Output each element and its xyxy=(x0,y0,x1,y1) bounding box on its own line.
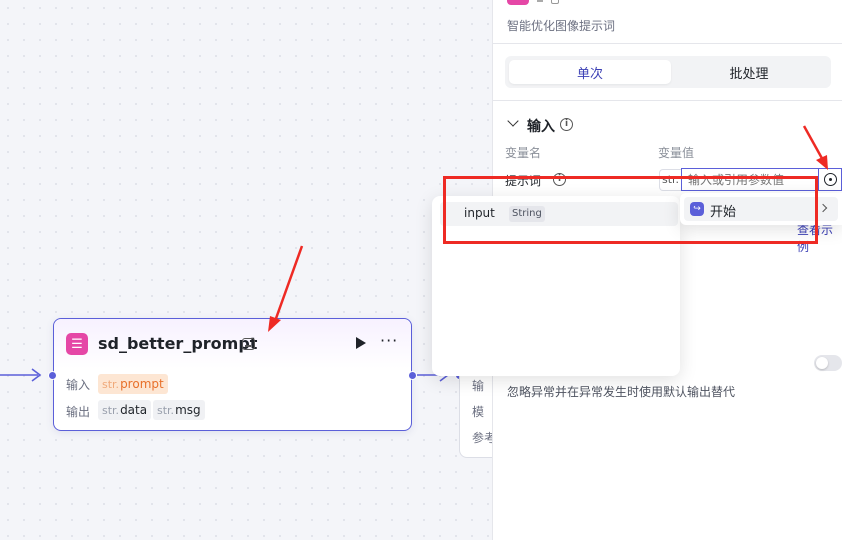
divider xyxy=(493,43,842,44)
panel-badge-icon xyxy=(551,0,559,4)
start-node-icon: ↪ xyxy=(690,202,704,216)
node-output-tag-data: str. data xyxy=(98,400,152,420)
node-input-handle[interactable] xyxy=(48,371,57,380)
node-input-tag-prompt: str. prompt xyxy=(98,374,168,394)
panel-node-icon xyxy=(507,0,529,5)
node-input-label: 输入 xyxy=(66,378,91,392)
variable-dropdown: input String xyxy=(432,196,680,376)
workflow-node-sd-better-prompt[interactable]: ☰ sd_better_prompt ··· 输入 str. prompt 输出… xyxy=(53,318,412,431)
next-node-row: 模 xyxy=(472,405,485,419)
tag-name: prompt xyxy=(120,377,164,391)
plugin-badge-icon xyxy=(242,338,255,350)
tag-type: str. xyxy=(102,403,120,417)
collapse-chevron-icon[interactable] xyxy=(507,115,519,127)
param-info-icon[interactable]: i xyxy=(553,173,566,186)
column-header-value: 变量值 xyxy=(658,146,695,160)
dropdown-item-start[interactable]: ↪ 开始 xyxy=(684,197,838,221)
tag-type: str. xyxy=(102,377,120,391)
ignore-exception-toggle[interactable] xyxy=(814,355,842,371)
chevron-right-icon xyxy=(818,203,828,213)
node-dropdown: ↪ 开始 xyxy=(680,193,842,225)
ignore-exception-note: 忽略异常并在异常发生时使用默认输出替代 xyxy=(507,385,736,399)
tag-name: data xyxy=(120,403,148,417)
node-description: 智能优化图像提示词 xyxy=(507,19,616,33)
dropdown-item-label: 开始 xyxy=(710,205,737,220)
tag-type: str. xyxy=(157,403,175,417)
run-node-button[interactable] xyxy=(356,337,366,349)
param-type-select[interactable]: str. xyxy=(659,169,681,191)
param-value-input[interactable] xyxy=(681,168,818,191)
info-icon[interactable]: i xyxy=(560,118,573,131)
node-output-tag-msg: str. msg xyxy=(153,400,205,420)
dropdown-item-type: String xyxy=(509,206,545,222)
node-title: sd_better_prompt xyxy=(98,334,258,353)
view-example-link[interactable]: 查看示例 xyxy=(797,221,842,255)
tab-single[interactable]: 单次 xyxy=(509,60,671,84)
more-options-button[interactable]: ··· xyxy=(380,331,398,350)
input-section-title: 输入 xyxy=(527,119,555,135)
param-name: 提示词 xyxy=(505,174,542,188)
node-output-label: 输出 xyxy=(66,405,91,419)
column-header-name: 变量名 xyxy=(505,146,542,160)
reference-variable-button[interactable] xyxy=(818,168,842,191)
mode-tabs: 单次 批处理 xyxy=(505,56,831,88)
node-settings-icon: ☰ xyxy=(66,333,88,355)
tab-batch[interactable]: 批处理 xyxy=(671,60,827,84)
next-node-row: 输 xyxy=(472,379,485,393)
dropdown-item-name: input xyxy=(464,206,495,220)
tag-name: msg xyxy=(175,403,201,417)
dropdown-item-input[interactable]: input String xyxy=(440,202,678,226)
node-output-handle[interactable] xyxy=(408,371,417,380)
divider xyxy=(493,100,842,101)
panel-title-fragment xyxy=(537,0,543,2)
